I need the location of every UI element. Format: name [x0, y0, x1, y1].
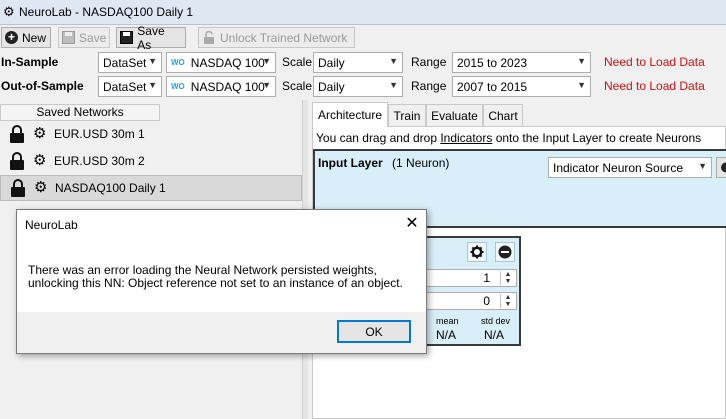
saved-network-label: NASDAQ100 Daily 1 — [55, 181, 166, 195]
mean-value: N/A — [436, 328, 457, 342]
new-button-label: New — [22, 30, 47, 45]
dialog-message: There was an error loading the Neural Ne… — [28, 264, 408, 290]
chevron-down-icon: ▼ — [262, 80, 271, 90]
out-of-sample-scale-label: Scale — [282, 79, 313, 93]
save-as-button[interactable]: Save As — [116, 24, 186, 52]
in-sample-scale-value: Daily — [318, 55, 345, 70]
stepper-arrows-icon[interactable]: ▲ ▼ — [500, 271, 515, 285]
neuron-param-stepper-1[interactable]: 1 ▲ ▼ — [424, 269, 517, 287]
out-of-sample-scale-value: Daily — [318, 79, 345, 94]
in-sample-symbol-value: NASDAQ 100 — [190, 55, 265, 70]
window-title: NeuroLab - NASDAQ100 Daily 1 — [19, 5, 194, 19]
lock-icon — [10, 179, 26, 197]
in-sample-status: Need to Load Data — [604, 55, 705, 69]
gear-icon — [721, 162, 726, 173]
saved-network-label: EUR.USD 30m 1 — [54, 127, 145, 141]
input-layer-label: Input Layer — [318, 156, 383, 170]
chevron-down-icon: ▼ — [389, 56, 398, 66]
tab-train[interactable]: Train — [388, 104, 426, 126]
lock-icon — [9, 125, 25, 143]
neuron-param-stepper-2[interactable]: 0 ▲ ▼ — [424, 292, 517, 310]
gear-network-icon: ⚙ — [33, 125, 47, 142]
in-sample-label: In-Sample — [1, 55, 59, 69]
app-gear-icon: ⚙ — [3, 4, 15, 19]
in-sample-range-select[interactable]: 2015 to 2023 ▼ — [452, 52, 591, 73]
input-layer-settings-button[interactable] — [716, 157, 726, 178]
wo-icon: WO — [171, 58, 185, 67]
tab-evaluate[interactable]: Evaluate — [426, 104, 483, 126]
plus-circle-icon: + — [5, 31, 18, 45]
chevron-down-icon: ▼ — [148, 56, 157, 66]
chevron-down-icon: ▼ — [148, 80, 157, 90]
dialog-title: NeuroLab — [25, 218, 78, 232]
in-sample-range-value: 2015 to 2023 — [457, 55, 528, 70]
gear-network-icon: ⚙ — [33, 152, 47, 169]
toolbar: + New Save Save As Unlock Trained Networ… — [0, 24, 726, 52]
new-button[interactable]: + New — [1, 27, 51, 48]
out-of-sample-symbol-value: NASDAQ 100 — [190, 79, 265, 94]
chevron-down-icon: ▼ — [577, 80, 586, 90]
gear-network-icon: ⚙ — [34, 179, 48, 196]
input-layer-count: (1 Neuron) — [392, 156, 450, 170]
lock-icon — [9, 152, 25, 170]
chevron-down-icon: ▼ — [389, 80, 398, 90]
ok-button[interactable]: OK — [337, 320, 411, 343]
out-of-sample-source-select[interactable]: DataSet ▼ — [98, 76, 162, 97]
std-dev-value: N/A — [484, 328, 505, 342]
remove-neuron-button[interactable] — [495, 242, 515, 262]
dialog-message-line-2: unlocking this NN: Object reference not … — [28, 276, 403, 290]
in-sample-scale-select[interactable]: Daily ▼ — [313, 52, 403, 73]
saved-network-label: EUR.USD 30m 2 — [54, 154, 145, 168]
out-of-sample-range-value: 2007 to 2015 — [457, 79, 528, 94]
saved-network-item[interactable]: ⚙ EUR.USD 30m 1 — [0, 121, 302, 147]
indicator-source-select[interactable]: Indicator Neuron Source ▼ — [548, 157, 712, 178]
chevron-down-icon: ▼ — [577, 56, 586, 66]
save-button-label: Save — [79, 30, 107, 45]
in-sample-range-label: Range — [411, 55, 447, 69]
saved-network-item[interactable]: ⚙ EUR.USD 30m 2 — [0, 148, 302, 174]
save-button[interactable]: Save — [58, 27, 110, 48]
stepper-arrows-icon[interactable]: ▲ ▼ — [500, 294, 515, 308]
std-dev-label: std dev — [481, 316, 511, 326]
out-of-sample-label: Out-of-Sample — [1, 79, 84, 93]
hint-text-end: onto the Input Layer to create Neurons — [492, 131, 702, 145]
hint-text-start: You can drag and drop — [316, 131, 441, 145]
floppy-disk-icon — [62, 31, 75, 45]
close-icon[interactable]: ✕ — [403, 215, 421, 233]
floppy-disk-icon — [120, 31, 134, 45]
unlock-icon — [202, 31, 216, 45]
tab-architecture[interactable]: Architecture — [312, 102, 388, 127]
drag-drop-hint: You can drag and drop Indicators onto th… — [316, 131, 701, 145]
unlock-button-label: Unlock Trained Network — [220, 30, 348, 45]
out-of-sample-source-value: DataSet — [103, 79, 147, 94]
mean-label: mean — [436, 316, 459, 326]
saved-networks-header[interactable]: Saved Networks — [0, 104, 160, 121]
minus-circle-icon — [498, 245, 512, 259]
tab-chart[interactable]: Chart — [483, 104, 523, 126]
out-of-sample-scale-select[interactable]: Daily ▼ — [313, 76, 403, 97]
chevron-down-icon: ▼ — [698, 161, 707, 171]
out-of-sample-range-select[interactable]: 2007 to 2015 ▼ — [452, 76, 591, 97]
save-as-button-label: Save As — [137, 23, 165, 52]
input-layer-title: Input Layer (1 Neuron) — [318, 156, 449, 170]
in-sample-source-value: DataSet — [103, 55, 147, 70]
stepper-2-value: 0 — [483, 294, 490, 308]
title-bar: ⚙ NeuroLab - NASDAQ100 Daily 1 — [0, 0, 726, 25]
in-sample-symbol-select[interactable]: WO NASDAQ 100 ▼ — [166, 52, 276, 73]
gear-icon — [470, 245, 484, 259]
indicator-source-value: Indicator Neuron Source — [553, 160, 684, 175]
out-of-sample-status: Need to Load Data — [604, 79, 705, 93]
neuron-settings-button[interactable] — [467, 242, 487, 262]
chevron-down-icon: ▼ — [262, 56, 271, 66]
in-sample-scale-label: Scale — [282, 55, 313, 69]
out-of-sample-range-label: Range — [411, 79, 447, 93]
in-sample-source-select[interactable]: DataSet ▼ — [98, 52, 162, 73]
unlock-trained-network-button[interactable]: Unlock Trained Network — [198, 27, 355, 48]
wo-icon: WO — [171, 82, 185, 91]
indicators-link[interactable]: Indicators — [440, 131, 492, 145]
saved-network-item-selected[interactable]: ⚙ NASDAQ100 Daily 1 — [0, 175, 302, 201]
out-of-sample-symbol-select[interactable]: WO NASDAQ 100 ▼ — [166, 76, 276, 97]
stepper-1-value: 1 — [483, 271, 490, 285]
